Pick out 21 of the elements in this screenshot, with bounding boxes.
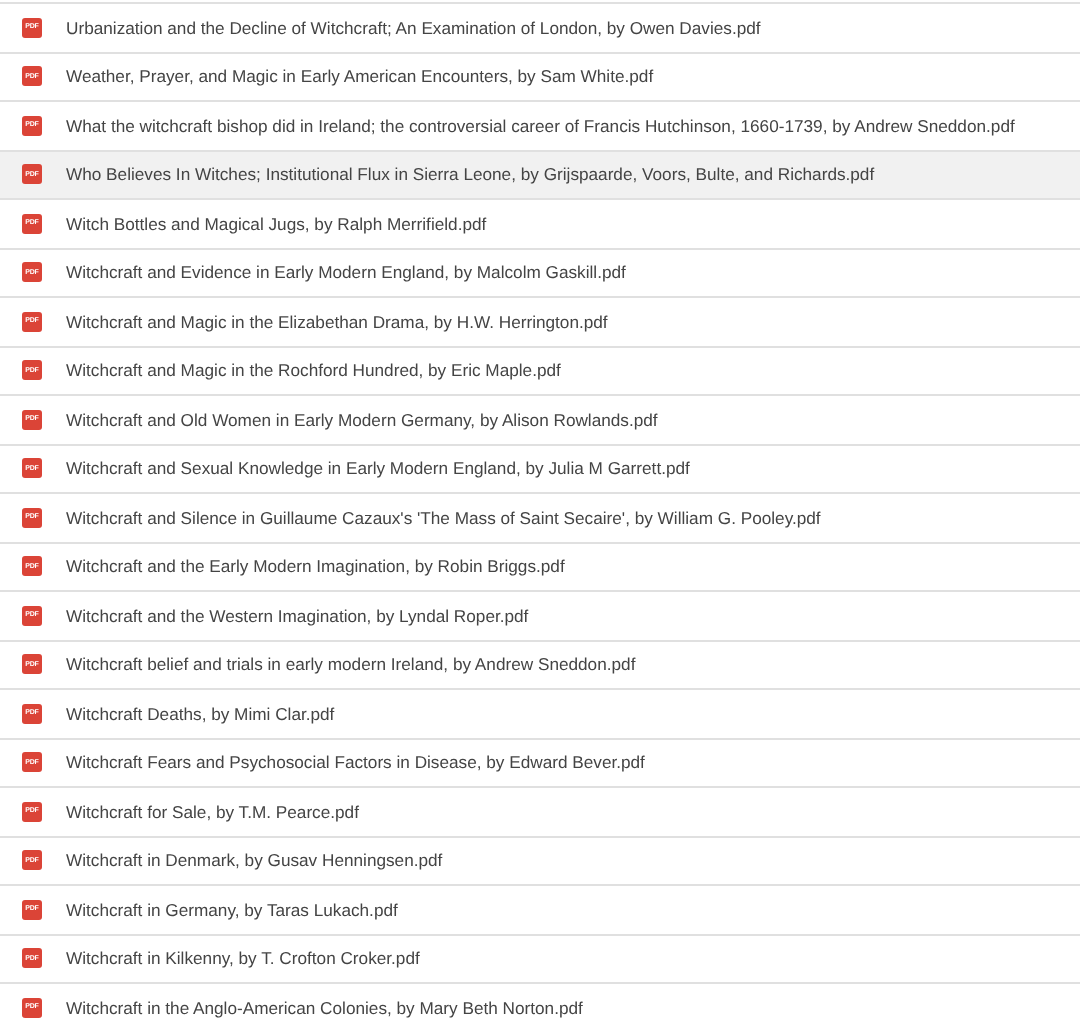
file-name: What the witchcraft bishop did in Ireland; the controversial career of Francis Hutchinson, 1660-1739, by Andrew Sneddon.pdf xyxy=(66,115,1015,136)
file-name: Witchcraft and Magic in the Rochford Hundred, by Eric Maple.pdf xyxy=(66,360,561,381)
file-name: Witchcraft Fears and Psychosocial Factors in Disease, by Edward Bever.pdf xyxy=(66,752,645,773)
file-name: Witchcraft and Old Women in Early Modern Germany, by Alison Rowlands.pdf xyxy=(66,409,658,430)
file-name: Witchcraft and the Early Modern Imagination, by Robin Briggs.pdf xyxy=(66,556,565,577)
file-name: Who Believes In Witches; Institutional Flux in Sierra Leone, by Grijspaarde, Voors, Bulte, and Richards.pdf xyxy=(66,164,875,185)
file-name: Witchcraft and the Western Imagination, by Lyndal Roper.pdf xyxy=(66,605,529,626)
file-name: Weather, Prayer, and Magic in Early American Encounters, by Sam White.pdf xyxy=(66,66,654,87)
file-name: Urbanization and the Decline of Witchcraft; An Examination of London, by Owen Davies.pdf xyxy=(66,17,761,38)
file-name: Witchcraft in Germany, by Taras Lukach.pdf xyxy=(66,899,398,920)
file-name: Witch Bottles and Magical Jugs, by Ralph Merrifield.pdf xyxy=(66,213,487,234)
file-name: Witchcraft in Denmark, by Gusav Henningsen.pdf xyxy=(66,850,443,871)
file-name: Witchcraft in the Anglo-American Colonies, by Mary Beth Norton.pdf xyxy=(66,997,583,1018)
file-name: Witchcraft and Silence in Guillaume Cazaux's 'The Mass of Saint Secaire', by William G. Pooley.pdf xyxy=(66,507,821,528)
file-name: Witchcraft belief and trials in early modern Ireland, by Andrew Sneddon.pdf xyxy=(66,654,636,675)
file-name: Witchcraft and Sexual Knowledge in Early Modern England, by Julia M Garrett.pdf xyxy=(66,458,690,479)
file-name: Witchcraft Deaths, by Mimi Clar.pdf xyxy=(66,703,335,724)
file-name: Witchcraft and Evidence in Early Modern England, by Malcolm Gaskill.pdf xyxy=(66,262,626,283)
file-name: Witchcraft in Kilkenny, by T. Crofton Croker.pdf xyxy=(66,948,420,969)
file-name: Witchcraft for Sale, by T.M. Pearce.pdf xyxy=(66,801,359,822)
file-name: Witchcraft and Magic in the Elizabethan Drama, by H.W. Herrington.pdf xyxy=(66,311,608,332)
